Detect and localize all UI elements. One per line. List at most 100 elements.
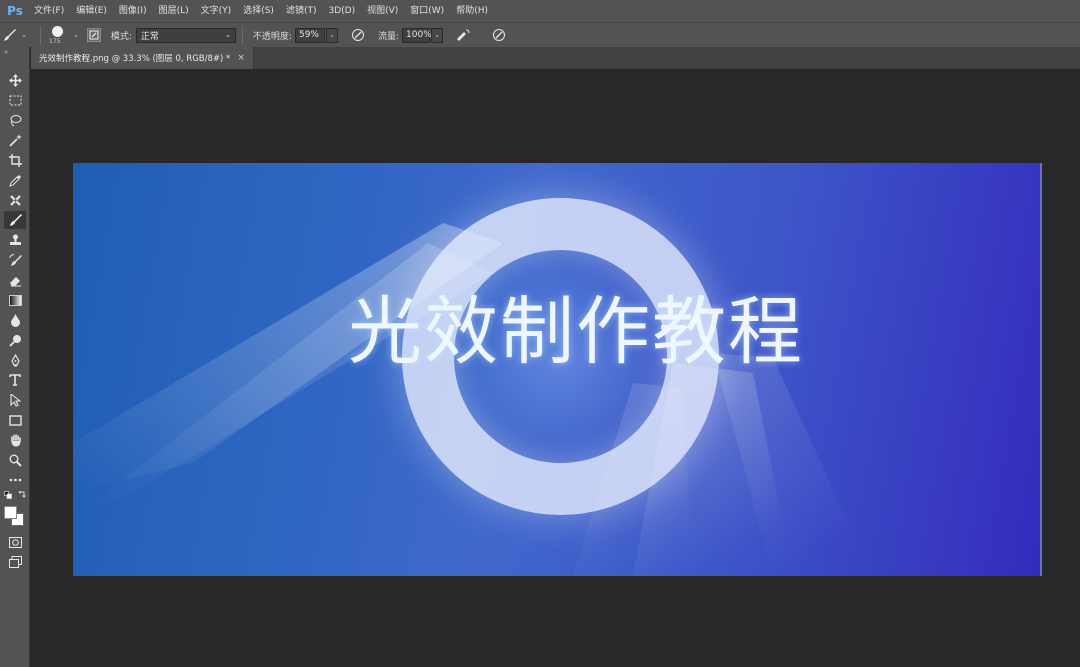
document-tab[interactable]: 光效制作教程.png @ 33.3% (图层 0, RGB/8#) * ×	[31, 47, 254, 69]
move-tool[interactable]	[4, 71, 26, 89]
healing-icon	[9, 194, 21, 206]
chevron-down-icon[interactable]: ⌄	[73, 31, 79, 39]
artwork-title-text: 光效制作教程	[348, 289, 804, 375]
menu-type[interactable]: 文字(Y)	[195, 0, 238, 22]
tool-preset-picker[interactable]: ⌄	[0, 23, 34, 48]
chevron-down-icon: ⌄	[329, 31, 335, 39]
lasso-tool[interactable]	[4, 111, 26, 129]
lasso-icon	[10, 114, 21, 126]
brush-preset-picker[interactable]: 175	[47, 23, 69, 48]
type-icon	[9, 374, 21, 386]
swap-colors-icon[interactable]	[18, 491, 26, 499]
brush-icon	[9, 213, 22, 226]
pen-pressure-icon	[351, 29, 364, 41]
pen-icon	[10, 353, 20, 366]
path-select-icon	[9, 393, 21, 407]
opacity-slider-toggle[interactable]: ⌄	[325, 27, 338, 43]
airbrush-button[interactable]	[453, 25, 473, 45]
history-brush-tool[interactable]	[4, 251, 26, 269]
zoom-tool[interactable]	[4, 451, 26, 469]
rectangle-tool[interactable]	[4, 411, 26, 429]
menu-3d[interactable]: 3D(D)	[322, 0, 361, 22]
color-controls	[4, 490, 26, 500]
quick-mask-button[interactable]	[4, 533, 26, 551]
menu-image[interactable]: 图像(I)	[113, 0, 153, 22]
chevron-down-icon: ⌄	[225, 31, 231, 39]
menu-help[interactable]: 帮助(H)	[450, 0, 494, 22]
document-tab-title: 光效制作教程.png @ 33.3% (图层 0, RGB/8#) *	[39, 54, 231, 64]
magic-wand-tool[interactable]	[4, 131, 26, 149]
dodge-icon	[8, 334, 21, 347]
brush-panel-toggle[interactable]	[86, 28, 101, 42]
blend-mode-select[interactable]: 正常 ⌄	[135, 27, 236, 43]
tools-panel: »	[0, 47, 30, 667]
eraser-icon	[9, 276, 21, 286]
dodge-tool[interactable]	[4, 331, 26, 349]
pressure-size-button[interactable]	[489, 25, 509, 45]
type-tool[interactable]	[4, 371, 26, 389]
opacity-field[interactable]: 59%	[294, 27, 325, 43]
gradient-tool[interactable]	[4, 291, 26, 309]
airbrush-icon	[457, 29, 470, 41]
magic-wand-icon	[8, 133, 22, 147]
flow-slider-toggle[interactable]: ⌄	[431, 27, 444, 43]
menu-bar: Ps 文件(F) 编辑(E) 图像(I) 图层(L) 文字(Y) 选择(S) 滤…	[0, 0, 1080, 22]
edit-toolbar-button[interactable]	[4, 471, 26, 489]
gradient-icon	[8, 294, 22, 306]
panel-collapse-icon[interactable]: »	[0, 47, 29, 57]
clone-stamp-tool[interactable]	[4, 231, 26, 249]
move-icon	[8, 73, 22, 87]
eyedropper-tool[interactable]	[4, 171, 26, 189]
hand-tool[interactable]	[4, 431, 26, 449]
close-icon[interactable]: ×	[237, 53, 245, 63]
divider	[40, 25, 41, 45]
blur-icon	[10, 313, 20, 327]
quick-mask-icon	[8, 536, 22, 548]
crop-icon	[8, 153, 22, 167]
foreground-color-swatch[interactable]	[4, 506, 17, 519]
menu-filter[interactable]: 滤镜(T)	[280, 0, 323, 22]
screen-mode-button[interactable]	[4, 553, 26, 571]
canvas-edge	[1040, 163, 1042, 576]
chevron-down-icon: ⌄	[434, 31, 440, 39]
brush-tip-preview	[52, 25, 63, 37]
history-brush-icon	[9, 253, 22, 266]
flow-label: 流量:	[377, 31, 400, 42]
stamp-icon	[9, 234, 21, 245]
screen-mode-icon	[8, 556, 22, 568]
default-colors-icon[interactable]	[4, 491, 12, 499]
pressure-opacity-button[interactable]	[348, 25, 368, 45]
pen-tool[interactable]	[4, 351, 26, 369]
menu-edit[interactable]: 编辑(E)	[70, 0, 113, 22]
zoom-icon	[9, 454, 22, 467]
more-icon	[9, 478, 21, 482]
divider	[241, 25, 243, 45]
brush-size-readout: 175	[49, 37, 61, 45]
photoshop-logo[interactable]: Ps	[2, 0, 28, 22]
menu-file[interactable]: 文件(F)	[28, 0, 70, 22]
rectangle-icon	[8, 414, 22, 426]
healing-brush-tool[interactable]	[4, 191, 26, 209]
menu-window[interactable]: 窗口(W)	[404, 0, 450, 22]
hand-icon	[10, 433, 21, 446]
mode-label: 模式:	[110, 31, 132, 42]
blend-mode-value: 正常	[140, 31, 159, 42]
path-selection-tool[interactable]	[4, 391, 26, 409]
flow-field[interactable]: 100%	[402, 27, 432, 43]
opacity-label: 不透明度:	[252, 31, 292, 42]
blur-tool[interactable]	[4, 311, 26, 329]
marquee-icon	[9, 95, 21, 105]
document-tab-bar: 光效制作教程.png @ 33.3% (图层 0, RGB/8#) * ×	[31, 47, 1080, 69]
brush-icon	[4, 29, 17, 41]
eyedropper-icon	[8, 174, 21, 187]
menu-view[interactable]: 视图(V)	[361, 0, 404, 22]
menu-select[interactable]: 选择(S)	[237, 0, 280, 22]
crop-tool[interactable]	[4, 151, 26, 169]
chevron-down-icon: ⌄	[21, 31, 27, 39]
brush-tool[interactable]	[4, 211, 26, 229]
menu-layer[interactable]: 图层(L)	[153, 0, 195, 22]
eraser-tool[interactable]	[4, 271, 26, 289]
options-bar: ⌄ 175 ⌄ 模式: 正常 ⌄ 不透明度: 59% ⌄ 流量: 100% ⌄	[0, 22, 1080, 47]
marquee-tool[interactable]	[4, 91, 26, 109]
brush-settings-icon	[89, 30, 99, 40]
